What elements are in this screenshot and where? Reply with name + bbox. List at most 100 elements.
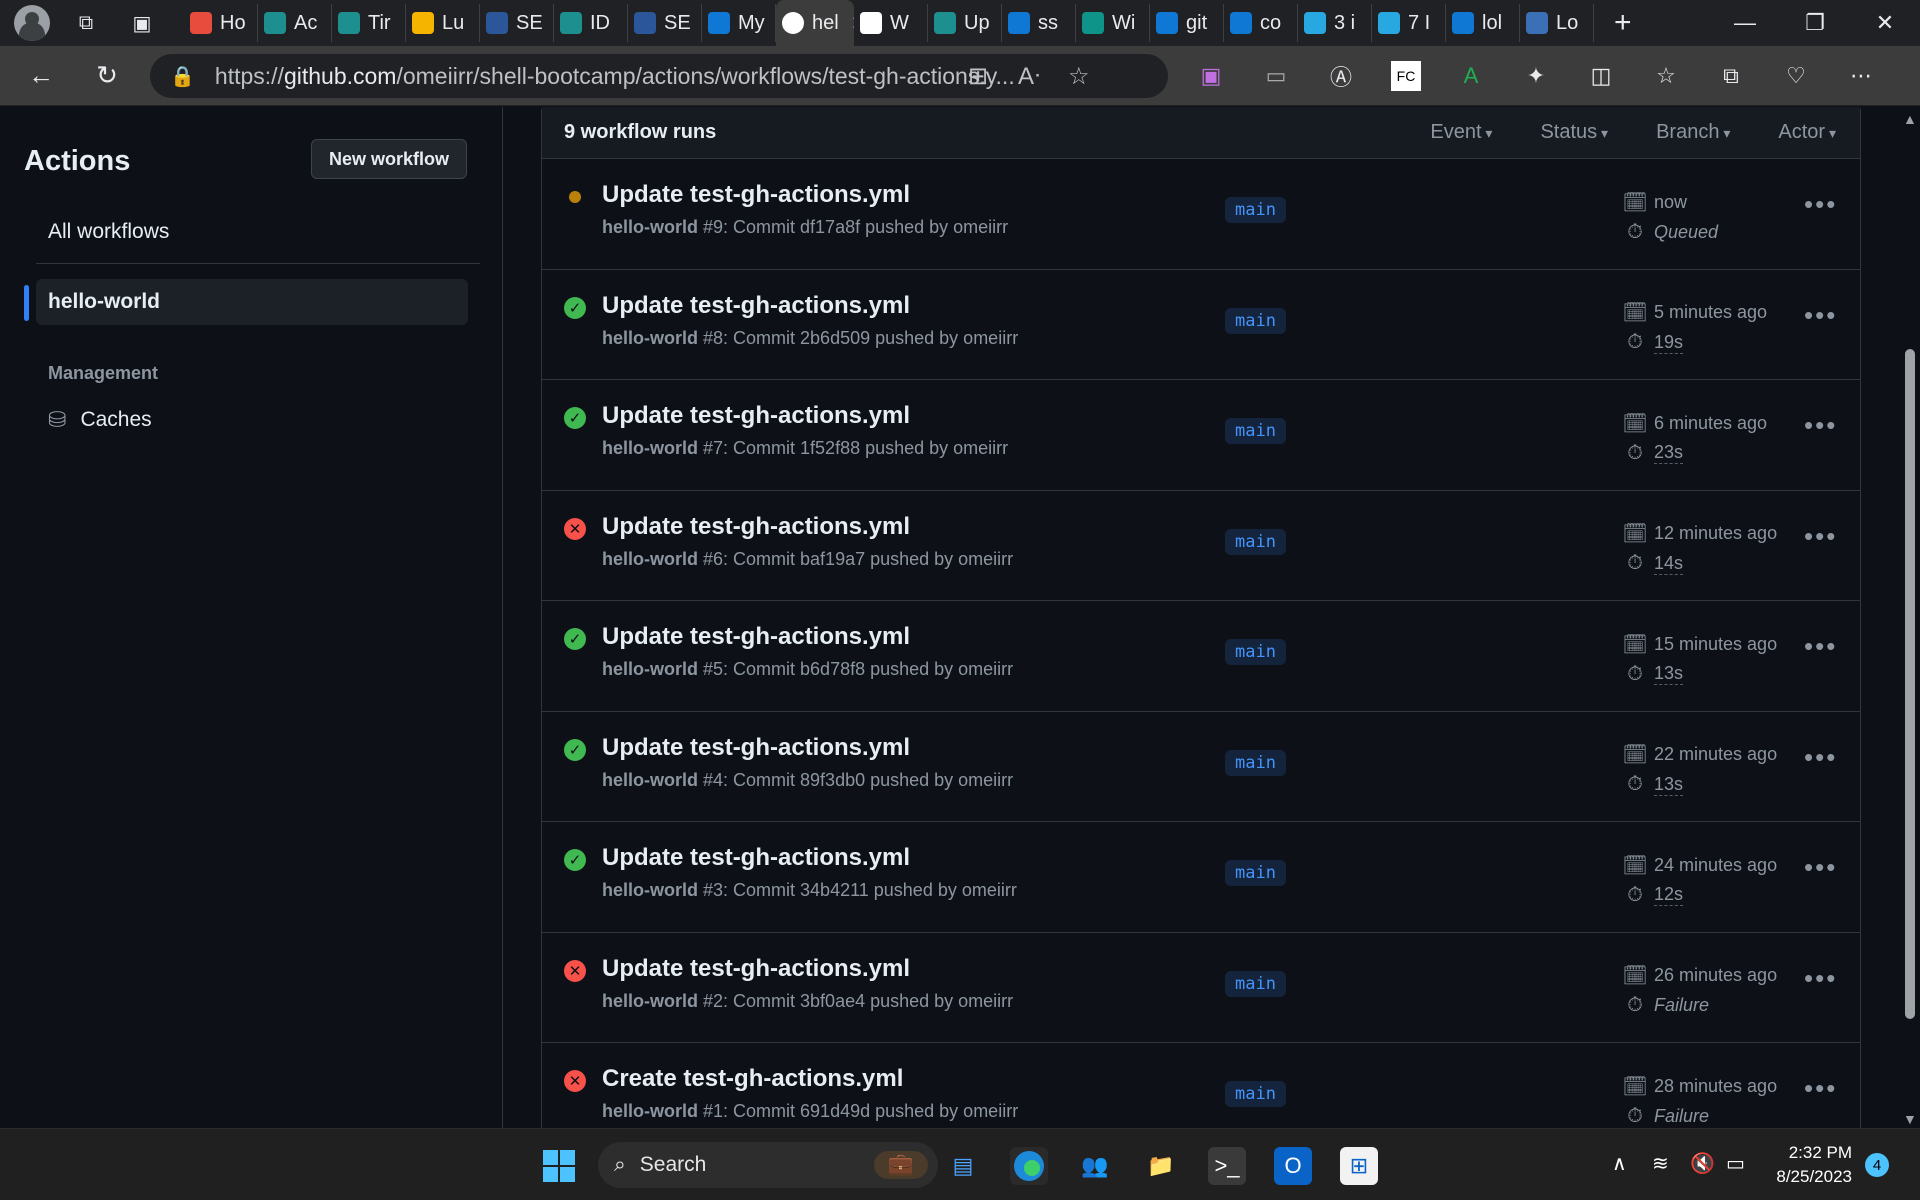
wifi-icon[interactable]: ≋ xyxy=(1652,1151,1669,1176)
workflow-run-row[interactable]: ✓ Update test-gh-actions.yml hello-world #… xyxy=(542,712,1860,822)
browser-tab[interactable]: hel✕ xyxy=(776,0,854,46)
run-menu-icon[interactable]: ••• xyxy=(1804,1073,1837,1104)
taskbar-search[interactable]: ⌕ Search 💼 xyxy=(598,1142,938,1188)
browser-tab[interactable]: Lo xyxy=(1520,4,1594,42)
workflow-run-row[interactable]: ✕ Update test-gh-actions.yml hello-world #… xyxy=(542,933,1860,1043)
browser-tab[interactable]: Ac xyxy=(258,4,332,42)
branch-badge[interactable]: main xyxy=(1225,1081,1286,1107)
close-window-icon[interactable]: ✕ xyxy=(1850,0,1920,46)
run-title[interactable]: Update test-gh-actions.yml xyxy=(602,623,910,651)
outlook-icon[interactable]: O xyxy=(1274,1147,1312,1185)
run-title[interactable]: Update test-gh-actions.yml xyxy=(602,844,910,872)
run-menu-icon[interactable]: ••• xyxy=(1804,189,1837,220)
settings-more-icon[interactable]: ⋯ xyxy=(1846,61,1876,91)
read-aloud-icon[interactable]: Aᐧ xyxy=(1018,62,1040,91)
extension-5-icon[interactable]: A xyxy=(1456,61,1486,91)
extension-3-icon[interactable]: Ⓐ xyxy=(1326,61,1356,91)
start-windows-icon[interactable] xyxy=(540,1147,578,1185)
filter-branch[interactable]: Branch xyxy=(1656,121,1730,144)
browser-tab[interactable]: 7 I xyxy=(1372,4,1446,42)
extension-1-icon[interactable]: ▣ xyxy=(1196,61,1226,91)
workflow-run-row[interactable]: ✕ Create test-gh-actions.yml hello-world #… xyxy=(542,1043,1860,1128)
run-title[interactable]: Update test-gh-actions.yml xyxy=(602,181,910,209)
branch-badge[interactable]: main xyxy=(1225,749,1286,776)
run-menu-icon[interactable]: ••• xyxy=(1804,410,1837,441)
app-available-icon[interactable]: ⊞ xyxy=(968,62,988,91)
browser-tab[interactable]: Up xyxy=(928,4,1002,42)
branch-badge[interactable]: main xyxy=(1225,307,1286,334)
workflow-run-row[interactable]: ✓ Update test-gh-actions.yml hello-world #… xyxy=(542,270,1860,380)
run-menu-icon[interactable]: ••• xyxy=(1804,521,1837,552)
browser-tab[interactable]: Ho xyxy=(184,4,258,42)
browser-tab[interactable]: SE xyxy=(628,4,702,42)
run-menu-icon[interactable]: ••• xyxy=(1804,852,1837,883)
profile-avatar-icon[interactable] xyxy=(14,5,50,41)
filter-event[interactable]: Event xyxy=(1430,121,1492,144)
run-title[interactable]: Update test-gh-actions.yml xyxy=(602,513,910,541)
branch-badge[interactable]: main xyxy=(1225,418,1286,444)
browser-tab[interactable]: ID xyxy=(554,4,628,42)
workflow-run-row[interactable]: ✓ Update test-gh-actions.yml hello-world #… xyxy=(542,601,1860,712)
system-clock[interactable]: 2:32 PM 8/25/2023 xyxy=(1770,1141,1852,1189)
workflow-run-row[interactable]: Update test-gh-actions.yml hello-world #9… xyxy=(542,159,1860,270)
back-icon[interactable]: ← xyxy=(16,51,66,101)
teams-icon[interactable]: 👥 xyxy=(1076,1147,1114,1185)
store-icon[interactable]: ⊞ xyxy=(1340,1147,1378,1185)
workflow-run-row[interactable]: ✕ Update test-gh-actions.yml hello-world #… xyxy=(542,491,1860,601)
run-title[interactable]: Update test-gh-actions.yml xyxy=(602,402,910,430)
filter-actor[interactable]: Actor xyxy=(1778,121,1836,144)
run-menu-icon[interactable]: ••• xyxy=(1804,631,1837,662)
run-title[interactable]: Update test-gh-actions.yml xyxy=(602,955,910,983)
run-title[interactable]: Update test-gh-actions.yml xyxy=(602,292,910,320)
browser-tab[interactable]: lol xyxy=(1446,4,1520,42)
split-screen-icon[interactable]: ◫ xyxy=(1586,61,1616,91)
workflow-run-row[interactable]: ✓ Update test-gh-actions.yml hello-world #… xyxy=(542,380,1860,491)
restore-icon[interactable]: ❐ xyxy=(1780,0,1850,46)
workflow-run-row[interactable]: ✓ Update test-gh-actions.yml hello-world #… xyxy=(542,822,1860,933)
extensions-puzzle-icon[interactable]: ✦ xyxy=(1521,61,1551,91)
minimize-icon[interactable]: — xyxy=(1710,0,1780,46)
terminal-icon[interactable]: >_ xyxy=(1208,1147,1246,1185)
browser-tab[interactable]: Lu xyxy=(406,4,480,42)
branch-badge[interactable]: main xyxy=(1225,970,1286,997)
workspaces-icon[interactable]: ⧉ xyxy=(66,5,106,41)
branch-badge[interactable]: main xyxy=(1225,639,1286,665)
scroll-up-icon[interactable]: ▲ xyxy=(1903,111,1917,127)
sidebar-item-hello-world[interactable]: hello-world xyxy=(36,279,468,325)
address-bar[interactable]: 🔒 https://github.com/omeiirr/shell-bootc… xyxy=(150,54,1168,98)
page-scrollbar[interactable]: ▲ ▼ xyxy=(1900,107,1920,1128)
browser-tab[interactable]: W xyxy=(854,4,928,42)
extension-4-icon[interactable]: FC xyxy=(1391,61,1421,91)
branch-badge[interactable]: main xyxy=(1225,528,1286,555)
show-hidden-icons-icon[interactable]: ∧ xyxy=(1612,1151,1627,1176)
browser-tab[interactable]: ss xyxy=(1002,4,1076,42)
file-explorer-icon[interactable]: 📁 xyxy=(1142,1147,1180,1185)
volume-muted-icon[interactable]: 🔇 xyxy=(1690,1151,1715,1176)
browser-essentials-icon[interactable]: ♡ xyxy=(1781,61,1811,91)
run-menu-icon[interactable]: ••• xyxy=(1804,742,1837,773)
collections-icon[interactable]: ⧉ xyxy=(1716,61,1746,91)
battery-icon[interactable]: ▭ xyxy=(1726,1151,1745,1176)
scroll-down-icon[interactable]: ▼ xyxy=(1903,1111,1917,1127)
run-menu-icon[interactable]: ••• xyxy=(1804,963,1837,994)
run-menu-icon[interactable]: ••• xyxy=(1804,300,1837,331)
refresh-icon[interactable]: ↻ xyxy=(82,51,132,101)
scrollbar-thumb[interactable] xyxy=(1905,349,1915,1019)
filter-status[interactable]: Status xyxy=(1540,121,1608,144)
sidebar-item-all-workflows[interactable]: All workflows xyxy=(36,209,468,255)
run-title[interactable]: Create test-gh-actions.yml xyxy=(602,1065,903,1093)
browser-tab[interactable]: My xyxy=(702,4,776,42)
browser-tab[interactable]: Tir xyxy=(332,4,406,42)
branch-badge[interactable]: main xyxy=(1225,860,1286,886)
favorites-icon[interactable]: ☆ xyxy=(1651,61,1681,91)
edge-browser-icon[interactable] xyxy=(1010,1147,1048,1185)
branch-badge[interactable]: main xyxy=(1225,197,1286,223)
sidebar-item-caches[interactable]: ⛁ Caches xyxy=(48,407,152,433)
new-workflow-button[interactable]: New workflow xyxy=(311,139,467,179)
extension-2-icon[interactable]: ▭ xyxy=(1261,61,1291,91)
browser-tab[interactable]: git xyxy=(1150,4,1224,42)
notification-badge[interactable]: 4 xyxy=(1865,1153,1889,1177)
new-tab-icon[interactable]: + xyxy=(1614,6,1632,40)
run-title[interactable]: Update test-gh-actions.yml xyxy=(602,734,910,762)
tab-actions-icon[interactable]: ▣ xyxy=(122,5,162,41)
